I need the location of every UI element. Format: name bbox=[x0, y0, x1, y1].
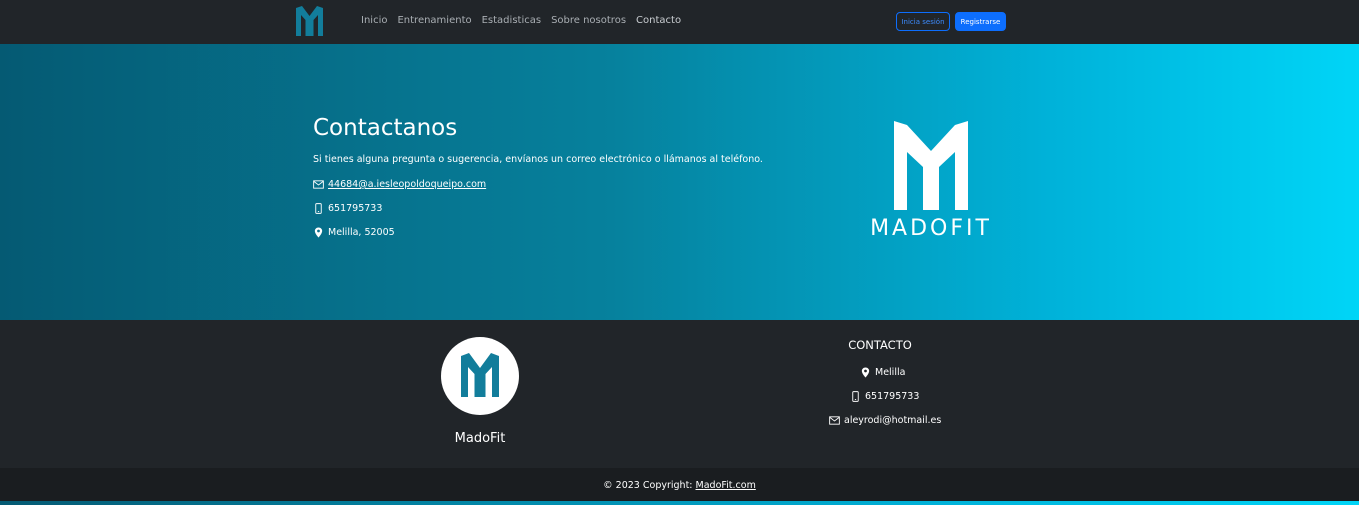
footer-logo-circle bbox=[441, 337, 519, 415]
madofit-footer-logo-icon bbox=[461, 353, 499, 397]
bottom-gradient-strip bbox=[0, 501, 1359, 505]
madofit-logo-icon[interactable] bbox=[296, 6, 323, 36]
envelope-icon bbox=[829, 416, 840, 425]
nav-link-estadisticas[interactable]: Estadisticas bbox=[482, 15, 541, 26]
contact-hero: Contactanos Si tienes alguna pregunta o … bbox=[0, 44, 1359, 320]
copyright-link[interactable]: MadoFit.com bbox=[696, 480, 756, 491]
hero-phone-line: 651795733 bbox=[313, 203, 382, 214]
hero-phone: 651795733 bbox=[328, 203, 383, 214]
location-pin-icon bbox=[861, 367, 870, 378]
footer-location-line: Melilla bbox=[860, 367, 905, 378]
hero-email-line: 44684@a.iesleopoldoqueipo.com bbox=[313, 179, 486, 190]
footer-phone-line: 651795733 bbox=[850, 391, 919, 402]
login-button[interactable]: Inicia sesión bbox=[896, 12, 950, 31]
copyright-bar: © 2023 Copyright: MadoFit.com bbox=[0, 468, 1359, 501]
phone-icon bbox=[315, 203, 322, 214]
footer-contact-title: CONTACTO bbox=[848, 338, 912, 352]
hero-description: Si tienes alguna pregunta o sugerencia, … bbox=[313, 154, 763, 165]
footer-location: Melilla bbox=[875, 367, 906, 378]
nav-link-entrenamiento[interactable]: Entrenamiento bbox=[397, 15, 471, 26]
hero-location-line: Melilla, 52005 bbox=[313, 227, 395, 238]
nav-link-inicio[interactable]: Inicio bbox=[361, 15, 387, 26]
nav-link-sobre-nosotros[interactable]: Sobre nosotros bbox=[551, 15, 626, 26]
nav-link-contacto[interactable]: Contacto bbox=[636, 15, 681, 26]
register-button[interactable]: Registrarse bbox=[955, 12, 1006, 31]
phone-icon bbox=[852, 391, 859, 402]
footer-email-line: aleyrodi@hotmail.es bbox=[829, 415, 941, 426]
hero-logo-text: MADOFIT bbox=[870, 216, 992, 241]
hero-location: Melilla, 52005 bbox=[328, 227, 395, 238]
copyright-text: © 2023 Copyright: bbox=[603, 480, 696, 491]
nav-links: Inicio Entrenamiento Estadisticas Sobre … bbox=[361, 15, 681, 26]
footer-brand-name: MadoFit bbox=[454, 431, 506, 446]
footer: MadoFit CONTACTO Melilla 651795733 aleyr… bbox=[0, 320, 1359, 468]
navbar: Inicio Entrenamiento Estadisticas Sobre … bbox=[0, 0, 1359, 44]
location-pin-icon bbox=[314, 227, 323, 238]
hero-email-link[interactable]: 44684@a.iesleopoldoqueipo.com bbox=[328, 179, 486, 190]
page-title: Contactanos bbox=[313, 115, 458, 141]
footer-phone: 651795733 bbox=[865, 391, 920, 402]
footer-email: aleyrodi@hotmail.es bbox=[844, 415, 942, 426]
envelope-icon bbox=[313, 180, 324, 189]
